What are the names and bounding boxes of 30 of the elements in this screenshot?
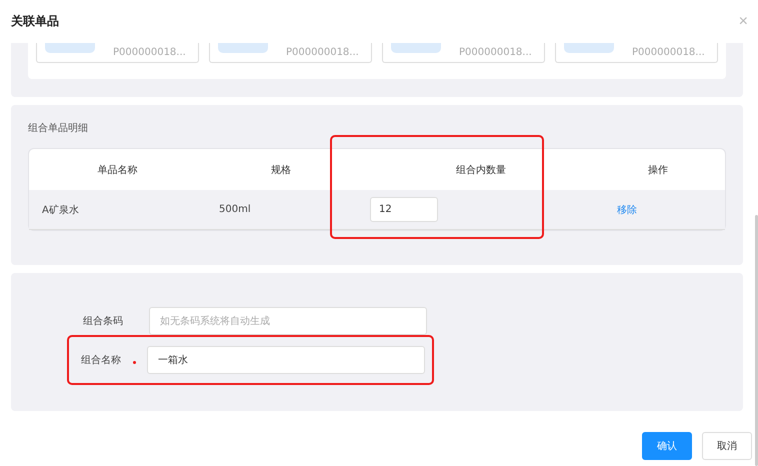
cancel-button[interactable]: 取消 <box>702 432 752 460</box>
field-label: 组合条码 <box>83 315 124 328</box>
thumbnail-placeholder <box>218 43 268 53</box>
thumbnail-placeholder <box>391 43 441 53</box>
product-code: P000000018... <box>459 48 532 58</box>
product-code: P000000018... <box>286 48 359 58</box>
product-card[interactable]: P000000018... <box>382 43 545 63</box>
input-field[interactable]: 如无条码系统将自动生成 <box>149 307 427 335</box>
product-code: P000000018... <box>632 48 705 58</box>
product-code: P000000018... <box>113 48 186 58</box>
product-card[interactable]: P000000018... <box>36 43 199 63</box>
column-header: 组合内数量 <box>455 164 507 176</box>
confirm-button[interactable]: 确认 <box>642 432 692 460</box>
dialog-title: 关联单品 <box>11 13 59 30</box>
scrollbar[interactable] <box>755 215 758 466</box>
product-card[interactable]: P000000018... <box>555 43 718 63</box>
column-header: 规格 <box>270 164 292 176</box>
product-card[interactable]: P000000018... <box>209 43 372 63</box>
close-button[interactable]: × <box>738 12 748 30</box>
column-header: 操作 <box>647 164 669 176</box>
column-header: 单品名称 <box>96 164 138 176</box>
table-cell-text: A矿泉水 <box>41 204 80 216</box>
remove-link[interactable]: 移除 <box>617 204 637 216</box>
input-field[interactable]: 一箱水 <box>147 346 425 374</box>
table-cell-text: 500ml <box>218 204 252 215</box>
section-title: 组合单品明细 <box>28 122 89 135</box>
quantity-field[interactable]: 12 <box>370 197 438 222</box>
thumbnail-placeholder <box>564 43 614 53</box>
thumbnail-placeholder <box>45 43 95 53</box>
field-label: 组合名称 <box>81 354 122 367</box>
